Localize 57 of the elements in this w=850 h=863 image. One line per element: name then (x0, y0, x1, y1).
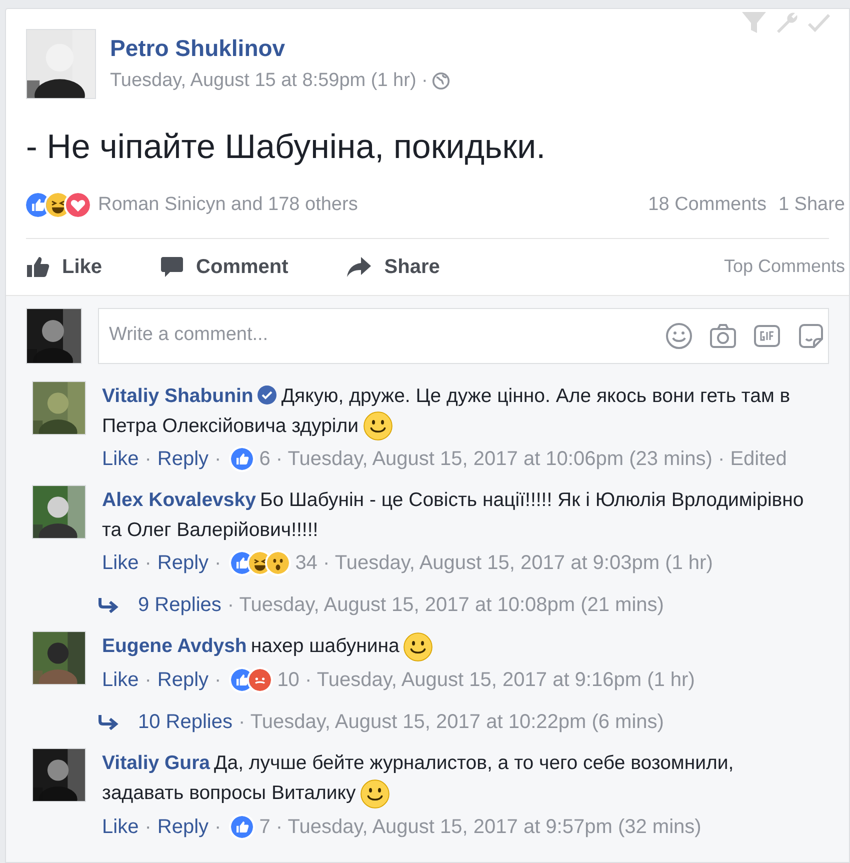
comment-field[interactable]: Write a comment... (109, 321, 664, 350)
reply-link[interactable]: Reply (157, 664, 209, 696)
laughing-reaction-icon (46, 193, 70, 218)
check-icon[interactable] (807, 11, 831, 35)
comment-meta: · (144, 447, 152, 472)
reply-arrow-icon (98, 714, 120, 730)
angry-reaction-icon (249, 669, 272, 692)
reply-link[interactable]: Reply (157, 811, 209, 844)
comment-text: Alex Kovalevsky Бо Шабунін - це Совість нації!!!!! Як і Юлюлія Врлодимірівно та Олег Валерійович!!!!! (102, 488, 805, 544)
reply-arrow-icon (98, 597, 120, 614)
author-link[interactable]: Vitaliy Shabunin (102, 384, 254, 406)
post-text: - Не чіпайте Шабуніна, покидьки. (25, 127, 547, 168)
replies-link[interactable]: 9 Replies (138, 590, 222, 620)
emoji-icon[interactable] (664, 320, 694, 350)
like-reaction-icon (231, 816, 254, 838)
like-link[interactable]: Like (102, 811, 139, 844)
like-reaction-icon (26, 193, 50, 218)
like-reaction-icon (231, 448, 254, 470)
like-link[interactable]: Like (102, 443, 139, 476)
replies-timestamp: · Tuesday, August 15, 2017 at 10:08pm (21 mins) (227, 593, 664, 618)
laughing-reaction-icon (249, 552, 272, 574)
replies-timestamp: · Tuesday, August 15, 2017 at 10:22pm (6 mins) (238, 710, 664, 736)
like-button[interactable]: Like (26, 252, 102, 282)
comment-composer[interactable]: Write a comment... (98, 308, 829, 364)
reply-link[interactable]: Reply (157, 443, 209, 476)
reply-link[interactable]: Reply (157, 547, 209, 580)
comment-text: Vitaliy Shabunin Дякую, друже. Це дуже цінно. Але якось вони геть там в Петра Олексійовича здуріли (102, 380, 813, 442)
comment-meta: · (144, 551, 152, 576)
comment-meta: 34 · Tuesday, August 15, 2017 at 9:03pm (1 hr) (295, 551, 713, 576)
share-button[interactable]: Share (346, 252, 440, 282)
like-link[interactable]: Like (102, 547, 139, 580)
like-link[interactable]: Like (102, 664, 139, 696)
heart-reaction-icon (66, 193, 90, 218)
like-reaction-icon (231, 552, 254, 574)
comment-meta: · (214, 668, 222, 694)
globe-icon (432, 72, 450, 90)
speech-bubble-icon (160, 256, 184, 278)
comment-text: Vitaliy Gura Да, лучше бейте журналистов, а то чего себе возомнили, задавать вопросы Виталику (102, 748, 813, 810)
comment-meta: 6 · Tuesday, August 15, 2017 at 10:06pm (23 mins) · Edited (259, 447, 787, 472)
author-link[interactable]: Eugene Avdysh (102, 635, 247, 658)
comment-meta: · (214, 815, 222, 840)
comment-meta: 10 · Tuesday, August 15, 2017 at 9:16pm (1 hr) (277, 668, 695, 694)
author-name[interactable]: Petro Shuklinov (110, 33, 450, 63)
comment-text: Eugene Avdysh нахер шабунина (102, 631, 695, 662)
comment-meta: · (214, 447, 222, 472)
author-link[interactable]: Alex Kovalevsky (102, 489, 256, 512)
comment-button[interactable]: Comment (160, 252, 288, 282)
author-link[interactable]: Vitaliy Gura (102, 752, 210, 774)
comment-meta: · (144, 815, 152, 840)
share-arrow-icon (346, 256, 372, 278)
comment-meta: 7 · Tuesday, August 15, 2017 at 9:57pm (32 mins) (259, 815, 702, 840)
like-reaction-icon (231, 669, 254, 692)
replies-link[interactable]: 10 Replies (138, 707, 233, 738)
surprised-reaction-icon (267, 552, 290, 574)
comment-meta: · (144, 668, 152, 694)
comment-meta: · (214, 551, 222, 576)
thumbs-up-icon (26, 256, 50, 278)
